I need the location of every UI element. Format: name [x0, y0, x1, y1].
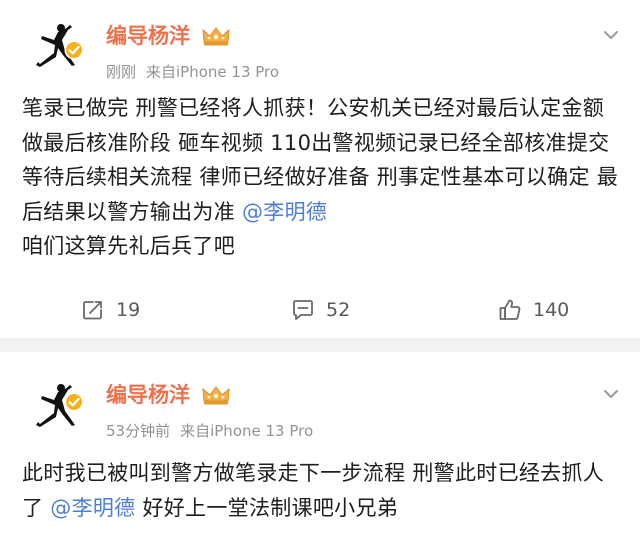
post-text: 此时我已被叫到警方做笔录走下一步流程 刑警此时已经去抓人了 @李明德 好好上一堂… [22, 456, 622, 525]
like-count: 140 [533, 299, 570, 321]
post-text: 笔录已做完 刑警已经将人抓获！公安机关已经对最后认定金额做最后核准阶段 砸车视频… [22, 91, 622, 264]
comment-icon [293, 300, 313, 320]
post-text-tail: 好好上一堂法制课吧小兄弟 [135, 495, 399, 520]
repost-button[interactable]: 19 [80, 292, 140, 328]
post-meta: 53分钟前 来自iPhone 13 Pro [106, 421, 313, 441]
like-button[interactable]: 140 [497, 292, 569, 328]
verified-badge-icon [64, 40, 84, 60]
post-actions: 19 52 140 [0, 292, 640, 328]
thumbs-up-icon [499, 299, 521, 320]
repost-icon [83, 301, 102, 320]
crown-icon[interactable] [201, 384, 231, 406]
mention-link[interactable]: @李明德 [50, 496, 135, 520]
post-source: 来自iPhone 13 Pro [180, 422, 314, 440]
post-divider [0, 338, 640, 352]
post-time: 刚刚 [106, 63, 137, 81]
username[interactable]: 编导杨洋 [106, 382, 190, 408]
verified-badge-icon [64, 392, 84, 412]
chevron-down-icon[interactable] [600, 24, 622, 46]
crown-icon[interactable] [201, 25, 231, 47]
comment-button[interactable]: 52 [290, 292, 350, 328]
weibo-post: 编导杨洋 53分钟前 来自iPhone 13 Pro 此时我已被叫到警方做笔录走下… [0, 352, 640, 551]
post-source: 来自iPhone 13 Pro [146, 63, 280, 81]
mention-link[interactable]: @李明德 [242, 200, 327, 224]
post-time: 53分钟前 [106, 422, 171, 440]
chevron-down-icon[interactable] [600, 383, 622, 405]
post-meta: 刚刚 来自iPhone 13 Pro [106, 62, 279, 82]
username[interactable]: 编导杨洋 [106, 23, 190, 49]
comment-count: 52 [326, 299, 351, 321]
post-text-tail: 咱们这算先礼后兵了吧 [22, 234, 235, 258]
weibo-post: 编导杨洋 刚刚 来自iPhone 13 Pro 笔录已做完 刑警已经将人抓获！公安… [0, 0, 640, 338]
repost-count: 19 [116, 299, 141, 321]
